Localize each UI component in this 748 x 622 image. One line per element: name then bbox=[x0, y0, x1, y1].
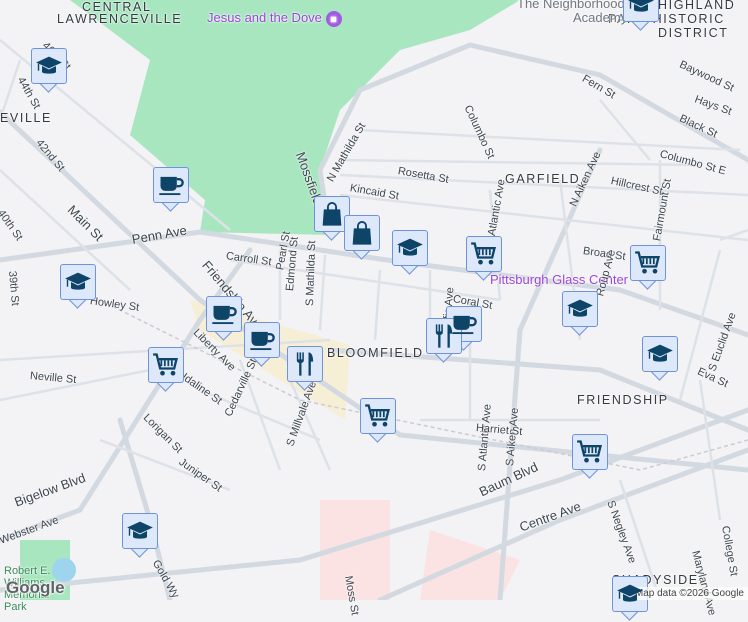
map-marker-school[interactable] bbox=[122, 513, 158, 559]
google-logo[interactable]: Google bbox=[6, 578, 65, 598]
restaurant-icon bbox=[430, 322, 458, 350]
map-marker-school[interactable] bbox=[612, 576, 648, 622]
cart-icon bbox=[470, 240, 498, 268]
marker-body bbox=[466, 236, 502, 272]
marker-body bbox=[31, 48, 67, 84]
shopping-bag-icon bbox=[318, 200, 346, 228]
map-marker-cart[interactable] bbox=[572, 434, 608, 480]
poi-jesus-and-the-dove[interactable]: Jesus and the Dove ◙ bbox=[207, 10, 342, 27]
marker-body bbox=[287, 346, 323, 382]
map-marker-cart[interactable] bbox=[360, 398, 396, 444]
marker-body bbox=[642, 336, 678, 372]
poi-neighborhood-academy-line2[interactable]: Academy bbox=[573, 10, 627, 25]
marker-body bbox=[360, 398, 396, 434]
neighborhood-label: EVILLE bbox=[0, 111, 52, 125]
cart-icon bbox=[634, 249, 662, 277]
map-marker-coffee[interactable] bbox=[206, 296, 242, 342]
map-marker-school[interactable] bbox=[642, 336, 678, 382]
map-marker-school[interactable] bbox=[31, 48, 67, 94]
marker-body bbox=[630, 245, 666, 281]
marker-body bbox=[153, 167, 189, 203]
marker-body bbox=[344, 215, 380, 251]
school-icon bbox=[616, 580, 644, 608]
map-marker-coffee[interactable] bbox=[153, 167, 189, 213]
neighborhood-label: BLOOMFIELD bbox=[327, 346, 424, 360]
street-label: S Mathilda St bbox=[304, 240, 319, 307]
coffee-icon bbox=[157, 171, 185, 199]
marker-body bbox=[426, 318, 462, 354]
map-marker-cart[interactable] bbox=[466, 236, 502, 282]
neighborhood-label: DISTRICT bbox=[658, 26, 729, 40]
coffee-icon bbox=[248, 326, 276, 354]
camera-icon: ◙ bbox=[325, 11, 342, 27]
shopping-bag-icon bbox=[348, 219, 376, 247]
marker-body bbox=[60, 264, 96, 300]
school-icon bbox=[566, 295, 594, 323]
map-marker-shopping-bag[interactable] bbox=[344, 215, 380, 261]
map-marker-school[interactable] bbox=[562, 291, 598, 337]
map-marker-school[interactable] bbox=[392, 230, 428, 276]
neighborhood-label: GARFIELD bbox=[505, 172, 581, 186]
map-marker-school[interactable] bbox=[623, 0, 659, 32]
coffee-icon bbox=[210, 300, 238, 328]
map-marker-cart[interactable] bbox=[630, 245, 666, 291]
map-marker-cart[interactable] bbox=[148, 347, 184, 393]
restaurant-icon bbox=[291, 350, 319, 378]
school-icon bbox=[35, 52, 63, 80]
school-icon bbox=[64, 268, 92, 296]
cart-icon bbox=[364, 402, 392, 430]
cart-icon bbox=[576, 438, 604, 466]
marker-body bbox=[148, 347, 184, 383]
marker-body bbox=[562, 291, 598, 327]
school-icon bbox=[126, 517, 154, 545]
map-attribution[interactable]: Map data ©2026 Google bbox=[630, 587, 748, 600]
map-marker-restaurant[interactable] bbox=[426, 318, 462, 364]
map-marker-restaurant[interactable] bbox=[287, 346, 323, 392]
marker-body bbox=[572, 434, 608, 470]
neighborhood-label: FRIENDSHIP bbox=[577, 393, 669, 407]
map-marker-coffee[interactable] bbox=[244, 322, 280, 368]
park-area bbox=[70, 0, 520, 235]
neighborhood-label: LAWRENCEVILLE bbox=[57, 12, 183, 26]
school-icon bbox=[646, 340, 674, 368]
school-icon bbox=[627, 0, 655, 18]
marker-body bbox=[244, 322, 280, 358]
marker-body bbox=[392, 230, 428, 266]
marker-body bbox=[314, 196, 350, 232]
poi-label: Jesus and the Dove bbox=[207, 10, 322, 25]
marker-body bbox=[612, 576, 648, 612]
marker-body bbox=[206, 296, 242, 332]
marker-body bbox=[122, 513, 158, 549]
map-marker-school[interactable] bbox=[60, 264, 96, 310]
cart-icon bbox=[152, 351, 180, 379]
neighborhood-label: HIGHLAND bbox=[658, 0, 736, 12]
school-icon bbox=[396, 234, 424, 262]
marker-body bbox=[623, 0, 659, 22]
